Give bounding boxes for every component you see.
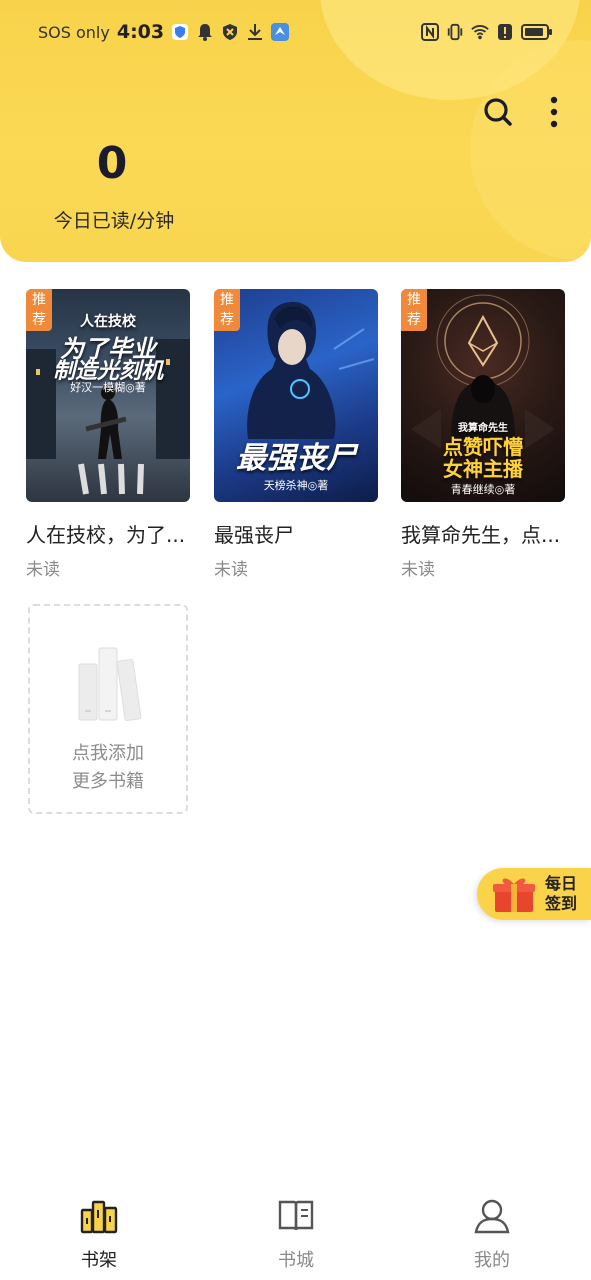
bookshelf-icon xyxy=(77,646,143,728)
bottom-navigation: 书架 书城 我的 xyxy=(0,1180,591,1280)
book-title[interactable]: 人在技校，为了... xyxy=(26,519,196,548)
cover-author: 好汉一模糊◎著 xyxy=(70,381,146,394)
today-reading-minutes: 0 xyxy=(96,138,128,189)
wifi-icon xyxy=(471,23,489,41)
gift-icon xyxy=(491,874,537,918)
book-status: 未读 xyxy=(26,560,60,580)
add-book-label: 更多书籍 xyxy=(72,771,144,792)
book-status: 未读 xyxy=(214,560,248,580)
tab-label: 我的 xyxy=(474,1250,510,1271)
tab-profile[interactable]: 我的 xyxy=(447,1196,537,1272)
daily-checkin-button[interactable]: 每日 签到 xyxy=(477,868,591,920)
battery-icon xyxy=(521,23,553,41)
book-open-icon xyxy=(276,1196,316,1236)
checkin-label: 每日 xyxy=(545,874,578,893)
checkin-label: 签到 xyxy=(545,894,578,913)
cover-author: 天榜杀神◎著 xyxy=(263,479,329,492)
recommend-tag: 推荐 xyxy=(214,289,240,331)
bookshelf-tab-icon xyxy=(79,1196,119,1236)
user-icon xyxy=(472,1196,512,1236)
tab-label: 书城 xyxy=(278,1250,314,1271)
status-bar: SOS only 4:03 xyxy=(0,0,591,64)
book-card[interactable]: 最强丧尸 天榜杀神◎著 推荐 最强丧尸 未读 xyxy=(214,289,378,589)
search-icon[interactable] xyxy=(480,94,516,130)
book-card[interactable]: 人在技校 为了毕业 制造光刻机 好汉一模糊◎著 推荐 人在技校，为了... 未读 xyxy=(26,289,190,589)
carrier-label: SOS only xyxy=(38,22,110,42)
book-cover[interactable]: 我算命先生 点赞吓懵 女神主播 青春继续◎著 推荐 xyxy=(401,289,565,502)
clock: 4:03 xyxy=(116,21,165,43)
app-notification-icon xyxy=(271,23,290,41)
book-title[interactable]: 我算命先生，点... xyxy=(401,519,571,548)
today-reading-label: 今日已读/分钟 xyxy=(53,210,175,232)
more-options-icon[interactable] xyxy=(540,94,568,130)
book-status: 未读 xyxy=(401,560,435,580)
tab-bookstore[interactable]: 书城 xyxy=(251,1196,341,1272)
tab-bookshelf[interactable]: 书架 xyxy=(54,1196,144,1272)
recommend-tag: 推荐 xyxy=(401,289,427,331)
add-book-label: 点我添加 xyxy=(72,743,144,764)
bell-icon xyxy=(196,23,214,41)
add-book-button[interactable]: 点我添加 更多书籍 xyxy=(28,604,188,814)
book-card[interactable]: 我算命先生 点赞吓懵 女神主播 青春继续◎著 推荐 我算命先生，点... 未读 xyxy=(401,289,565,589)
nfc-icon xyxy=(421,23,439,41)
security-icon xyxy=(221,23,239,41)
cover-author: 青春继续◎著 xyxy=(450,483,516,496)
alert-icon xyxy=(496,23,514,41)
cover-title: 最强丧尸 xyxy=(236,441,356,476)
book-title[interactable]: 最强丧尸 xyxy=(214,519,384,548)
book-cover[interactable]: 人在技校 为了毕业 制造光刻机 好汉一模糊◎著 推荐 xyxy=(26,289,190,502)
book-cover[interactable]: 最强丧尸 天榜杀神◎著 推荐 xyxy=(214,289,378,502)
download-icon xyxy=(246,23,264,41)
vibrate-icon xyxy=(446,23,464,41)
recommend-tag: 推荐 xyxy=(26,289,52,331)
cover-title: 女神主播 xyxy=(443,457,523,481)
shield-icon xyxy=(171,23,189,41)
tab-label: 书架 xyxy=(81,1250,117,1271)
